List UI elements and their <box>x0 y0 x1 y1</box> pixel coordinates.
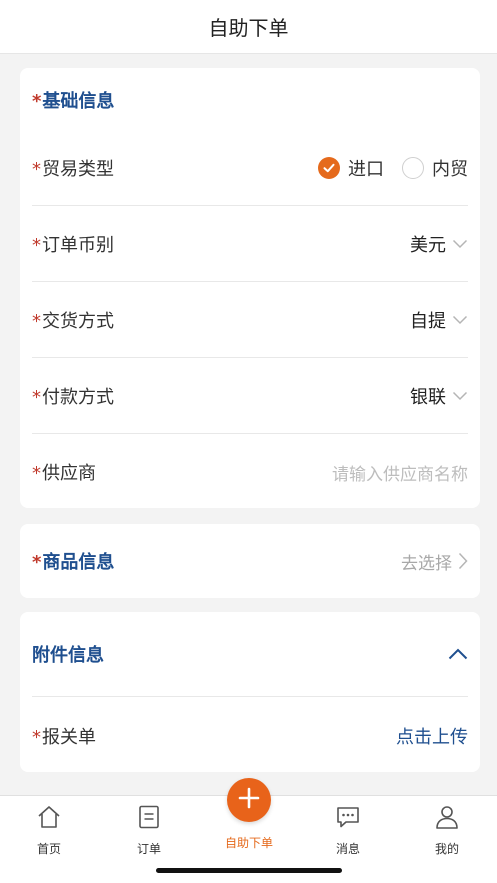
divider <box>32 433 468 434</box>
radio-checked-icon <box>318 157 340 179</box>
goods-info-card[interactable]: *商品信息 去选择 <box>20 524 480 598</box>
goods-info-row[interactable]: *商品信息 去选择 <box>32 541 468 581</box>
delivery-row[interactable]: *交货方式 自提 <box>32 300 468 340</box>
tab-self-order[interactable]: 自助下单 <box>214 834 284 851</box>
goods-select-label: 去选择 <box>401 553 452 574</box>
attachment-title: 附件信息 <box>32 645 104 666</box>
supplier-label: *供应商 <box>32 463 96 484</box>
top-header: 自助下单 <box>0 0 497 54</box>
tab-orders-label: 订单 <box>136 842 161 856</box>
supplier-row: *供应商 请输入供应商名称 <box>32 452 468 492</box>
currency-select[interactable]: 美元 <box>410 231 468 257</box>
radio-import-label: 进口 <box>348 159 384 180</box>
delivery-select[interactable]: 自提 <box>410 307 468 333</box>
trade-type-label: *贸易类型 <box>32 159 114 180</box>
chevron-down-icon <box>452 391 468 401</box>
radio-domestic-label: 内贸 <box>432 159 468 180</box>
chevron-right-icon <box>458 552 468 570</box>
message-icon <box>335 804 361 834</box>
payment-select[interactable]: 银联 <box>410 383 468 409</box>
attachment-header[interactable]: 附件信息 <box>32 634 468 674</box>
radio-domestic[interactable]: 内贸 <box>402 155 468 181</box>
currency-value: 美元 <box>410 235 446 256</box>
payment-value: 银联 <box>410 387 446 408</box>
customs-row: *报关单 点击上传 <box>32 716 468 756</box>
tab-messages[interactable]: 消息 <box>313 804 383 857</box>
basic-info-card: *基础信息 *贸易类型 进口 内贸 *订单币别 美元 *交货方式 自提 *付款方… <box>20 68 480 508</box>
delivery-label: *交货方式 <box>32 311 114 332</box>
chevron-down-icon <box>452 239 468 249</box>
tab-orders[interactable]: 订单 <box>114 804 184 857</box>
tab-profile[interactable]: 我的 <box>412 804 482 857</box>
home-icon <box>36 804 62 834</box>
tab-messages-label: 消息 <box>335 842 360 856</box>
basic-info-header: *基础信息 <box>32 86 468 114</box>
divider <box>32 281 468 282</box>
goods-info-title: *商品信息 <box>32 552 115 573</box>
divider <box>32 696 468 697</box>
supplier-input[interactable]: 请输入供应商名称 <box>332 460 468 485</box>
goods-select-button[interactable]: 去选择 <box>401 549 468 574</box>
chevron-up-icon[interactable] <box>448 648 468 660</box>
currency-label: *订单币别 <box>32 235 114 256</box>
tab-self-order-label: 自助下单 <box>224 836 273 850</box>
chevron-down-icon <box>452 315 468 325</box>
customs-label: *报关单 <box>32 727 96 748</box>
plus-icon <box>237 786 261 814</box>
order-icon <box>136 804 162 834</box>
radio-import[interactable]: 进口 <box>318 155 384 181</box>
tab-home[interactable]: 首页 <box>14 804 84 857</box>
divider <box>32 205 468 206</box>
payment-row[interactable]: *付款方式 银联 <box>32 376 468 416</box>
basic-info-title: *基础信息 <box>32 91 115 112</box>
trade-type-radio-group: 进口 内贸 <box>318 155 468 181</box>
page-title: 自助下单 <box>208 16 289 40</box>
upload-button[interactable]: 点击上传 <box>396 723 468 749</box>
currency-row[interactable]: *订单币别 美元 <box>32 224 468 264</box>
user-icon <box>434 804 460 834</box>
self-order-fab[interactable] <box>227 778 271 822</box>
trade-type-row: *贸易类型 进口 内贸 <box>32 148 468 188</box>
tab-profile-label: 我的 <box>434 842 459 856</box>
tab-home-label: 首页 <box>36 842 61 856</box>
divider <box>32 357 468 358</box>
delivery-value: 自提 <box>410 311 446 332</box>
home-indicator <box>156 868 342 873</box>
radio-unchecked-icon <box>402 157 424 179</box>
payment-label: *付款方式 <box>32 387 114 408</box>
attachment-info-card: 附件信息 *报关单 点击上传 <box>20 612 480 772</box>
